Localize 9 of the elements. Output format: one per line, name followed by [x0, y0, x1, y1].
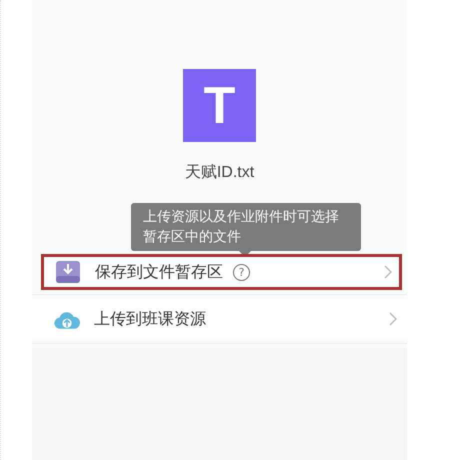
chevron-right-icon	[389, 312, 397, 326]
file-name: 天赋ID.txt	[184, 163, 254, 183]
text-file-icon: T	[183, 69, 256, 142]
menu-item[interactable]: 保存到文件暂存区 ?	[41, 254, 402, 290]
chevron-right-icon	[384, 265, 392, 279]
tooltip: 上传资源以及作业附件时可选择暂存区中的文件	[131, 203, 361, 251]
menu-item[interactable]: 上传到班课资源	[32, 299, 407, 339]
download-drive-icon	[55, 259, 81, 285]
help-button[interactable]: ?	[233, 264, 250, 280]
